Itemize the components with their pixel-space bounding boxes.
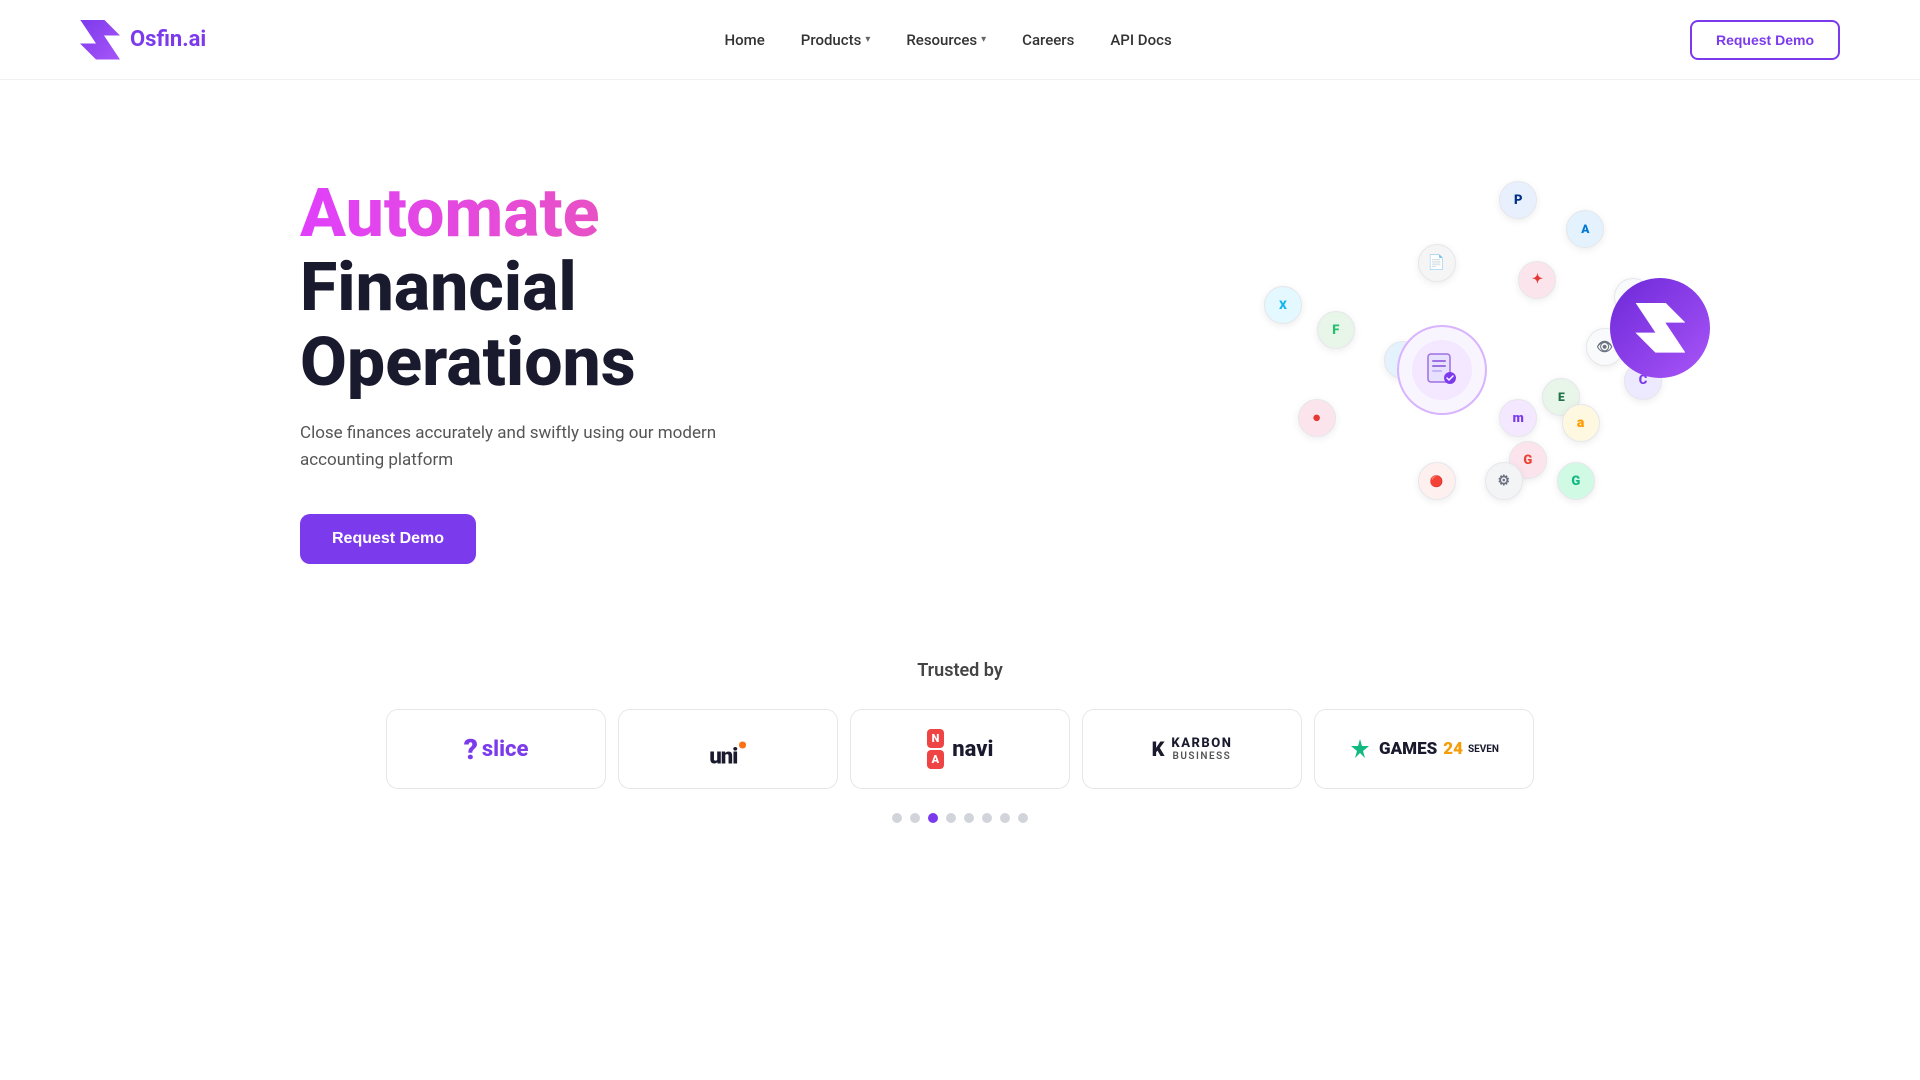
nav-item-products[interactable]: Products ▾ — [801, 31, 871, 49]
record-icon: ⏺ — [1298, 399, 1336, 437]
logo-text: Osfin.ai — [130, 27, 206, 52]
chevron-down-icon: ▾ — [865, 34, 870, 45]
dot-5[interactable] — [964, 813, 974, 823]
trusted-logos-row: ? slice uni• N A navi K KARBON — [0, 709, 1920, 789]
freshdesk-icon: F — [1317, 311, 1355, 349]
dot-3[interactable] — [928, 813, 938, 823]
slice-logo: ? slice — [464, 733, 529, 766]
logo-card-slice: ? slice — [386, 709, 606, 789]
logo-card-navi: N A navi — [850, 709, 1070, 789]
dot-8[interactable] — [1018, 813, 1028, 823]
logo[interactable]: Osfin.ai — [80, 20, 206, 60]
nav-item-home[interactable]: Home — [725, 31, 765, 49]
hero-content: Automate Financial Operations Close fina… — [300, 176, 880, 565]
logo-card-games24: GAMES 24 SEVEN — [1314, 709, 1534, 789]
carousel-dots — [0, 813, 1920, 823]
brand-logo-icon — [1635, 303, 1685, 353]
dot-1[interactable] — [892, 813, 902, 823]
xero-icon: X — [1264, 286, 1302, 324]
chevron-down-icon: ▾ — [981, 34, 986, 45]
center-node-inner — [1412, 340, 1472, 400]
uni-logo: uni• — [709, 729, 746, 769]
paypal-icon: P — [1499, 181, 1537, 219]
navbar: Osfin.ai Home Products ▾ Resources ▾ Car… — [0, 0, 1920, 80]
settings-icon: ⚙ — [1485, 462, 1523, 500]
jira-icon: ✦ — [1518, 261, 1556, 299]
dot-4[interactable] — [946, 813, 956, 823]
logo-card-uni: uni• — [618, 709, 838, 789]
hero-subtext: Close finances accurately and swiftly us… — [300, 420, 740, 474]
integration-visual: P A 📄 ✦ F X E 🔗 👁 — [1240, 160, 1720, 580]
request-demo-hero-button[interactable]: Request Demo — [300, 514, 476, 564]
nav-item-api-docs[interactable]: API Docs — [1110, 31, 1171, 49]
doc-icon: 📄 — [1418, 244, 1456, 282]
karbon-logo: K KARBON BUSINESS — [1152, 736, 1233, 762]
dot-6[interactable] — [982, 813, 992, 823]
navi-logo: N A navi — [927, 729, 994, 769]
hero-headline-animated: Automate — [300, 176, 880, 251]
games24-logo: GAMES 24 SEVEN — [1349, 738, 1499, 760]
trusted-section: Trusted by ? slice uni• N A navi — [0, 640, 1920, 863]
azure-icon: A — [1566, 210, 1604, 248]
logo-card-karbon: K KARBON BUSINESS — [1082, 709, 1302, 789]
request-demo-nav-button[interactable]: Request Demo — [1690, 20, 1840, 60]
hero-headline-main: Financial Operations — [300, 250, 880, 400]
greenpay-icon: G — [1557, 462, 1595, 500]
brand-circle — [1610, 278, 1710, 378]
center-node — [1397, 325, 1487, 415]
amazon-icon: a — [1562, 404, 1600, 442]
orbit-container: P A 📄 ✦ F X E 🔗 👁 — [1240, 160, 1720, 580]
mixpanel-icon: m — [1499, 399, 1537, 437]
nav-item-careers[interactable]: Careers — [1022, 31, 1074, 49]
dot-7[interactable] — [1000, 813, 1010, 823]
mastercard-icon: 🔴 — [1418, 462, 1456, 500]
hero-section: Automate Financial Operations Close fina… — [0, 80, 1920, 640]
logo-icon — [80, 20, 120, 60]
nav-item-resources[interactable]: Resources ▾ — [906, 31, 986, 49]
nav-links: Home Products ▾ Resources ▾ Careers API … — [725, 31, 1172, 49]
trusted-title: Trusted by — [0, 660, 1920, 681]
dot-2[interactable] — [910, 813, 920, 823]
